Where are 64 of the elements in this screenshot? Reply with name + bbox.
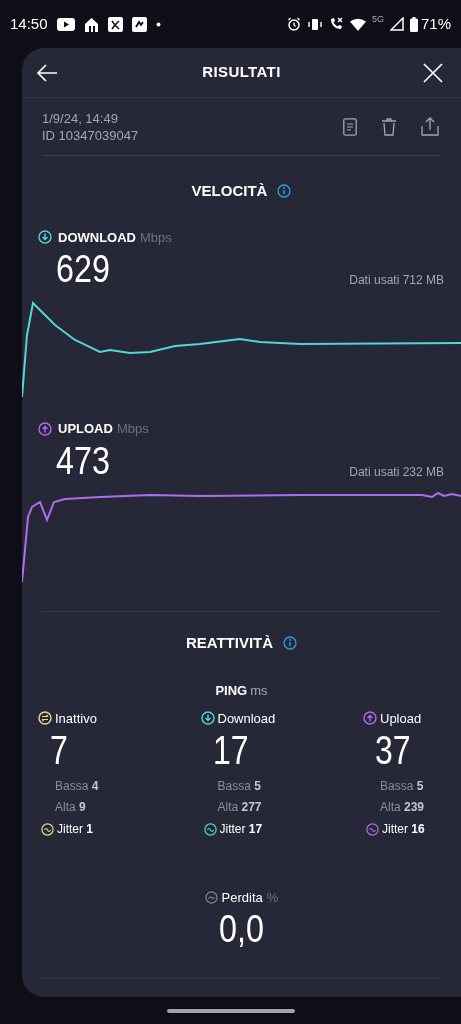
trash-icon: [381, 117, 397, 136]
section-title: REATTIVITÀ: [185, 632, 274, 653]
loss-label: Perdita: [221, 889, 263, 907]
back-arrow-icon: [36, 63, 58, 82]
status-time: 14:50: [10, 13, 48, 34]
result-date: 1/9/24, 14:49: [42, 109, 119, 127]
battery-percentage: 71%: [420, 13, 451, 34]
network-type: 5G: [371, 13, 384, 27]
low-ping-text: Bassa 4: [54, 778, 100, 795]
wifi-icon: [349, 17, 366, 31]
ping-category: Upload: [380, 709, 422, 728]
document-icon: [343, 117, 357, 136]
screen-title: RISULTATI: [202, 62, 281, 83]
info-icon[interactable]: [283, 635, 298, 650]
high-ping-text: Alta 277: [216, 799, 263, 816]
upload-arrow-icon: [363, 711, 377, 726]
ping-category: Download: [217, 709, 276, 728]
home-indicator[interactable]: [166, 1008, 295, 1013]
low-ping-text: Bassa 5: [216, 778, 262, 795]
wave-icon: [41, 822, 54, 836]
wave-icon: [203, 822, 217, 836]
app-icon: [107, 16, 123, 32]
share-button[interactable]: [421, 117, 439, 136]
unit-label: Mbps: [140, 228, 172, 247]
ping-value: 7: [49, 728, 69, 772]
loss-value: 0,0: [219, 907, 264, 950]
app-icon: [131, 16, 147, 32]
loss-icon: [204, 891, 218, 905]
jitter-text: Jitter 1: [57, 821, 94, 838]
metric-label: DOWNLOAD: [58, 228, 136, 247]
battery-icon: [409, 16, 418, 32]
phone-icon: [328, 17, 344, 31]
speed-value: 629: [56, 247, 110, 291]
metric-label: UPLOAD: [58, 420, 113, 438]
data-used-label: Dati usati 232 MB: [349, 463, 444, 481]
data-used-label: Dati usati 712 MB: [349, 272, 444, 289]
video-play-icon: [56, 17, 75, 31]
info-icon[interactable]: [277, 184, 292, 199]
house-icon: [83, 16, 99, 32]
share-icon: [421, 117, 439, 136]
swap-arrows-icon: [38, 711, 52, 726]
dot-icon: [155, 21, 161, 27]
vibrate-icon: [306, 17, 323, 31]
alarm-clock-icon: [286, 17, 301, 31]
ping-value: 17: [211, 728, 250, 772]
signal-icon: [389, 17, 404, 31]
ping-category: Inattivo: [55, 709, 97, 728]
ping-value: 37: [374, 728, 412, 772]
high-ping-text: Alta 9: [54, 799, 87, 816]
unit-label: Mbps: [116, 420, 149, 438]
delete-button[interactable]: [381, 117, 397, 136]
speed-value: 473: [56, 438, 110, 483]
wave-icon: [366, 822, 379, 836]
unit-label: %: [266, 889, 279, 907]
jitter-text: Jitter 16: [382, 821, 425, 838]
unit-label: ms: [250, 682, 268, 700]
high-ping-text: Alta 239: [379, 799, 426, 816]
details-button[interactable]: [343, 117, 357, 136]
low-ping-text: Bassa 5: [379, 778, 425, 795]
result-id: ID 10347039047: [42, 126, 139, 144]
jitter-text: Jitter 17: [219, 821, 263, 838]
section-title: VELOCITÀ: [191, 181, 268, 201]
ping-label: PING: [215, 682, 248, 700]
close-icon: [423, 62, 443, 83]
